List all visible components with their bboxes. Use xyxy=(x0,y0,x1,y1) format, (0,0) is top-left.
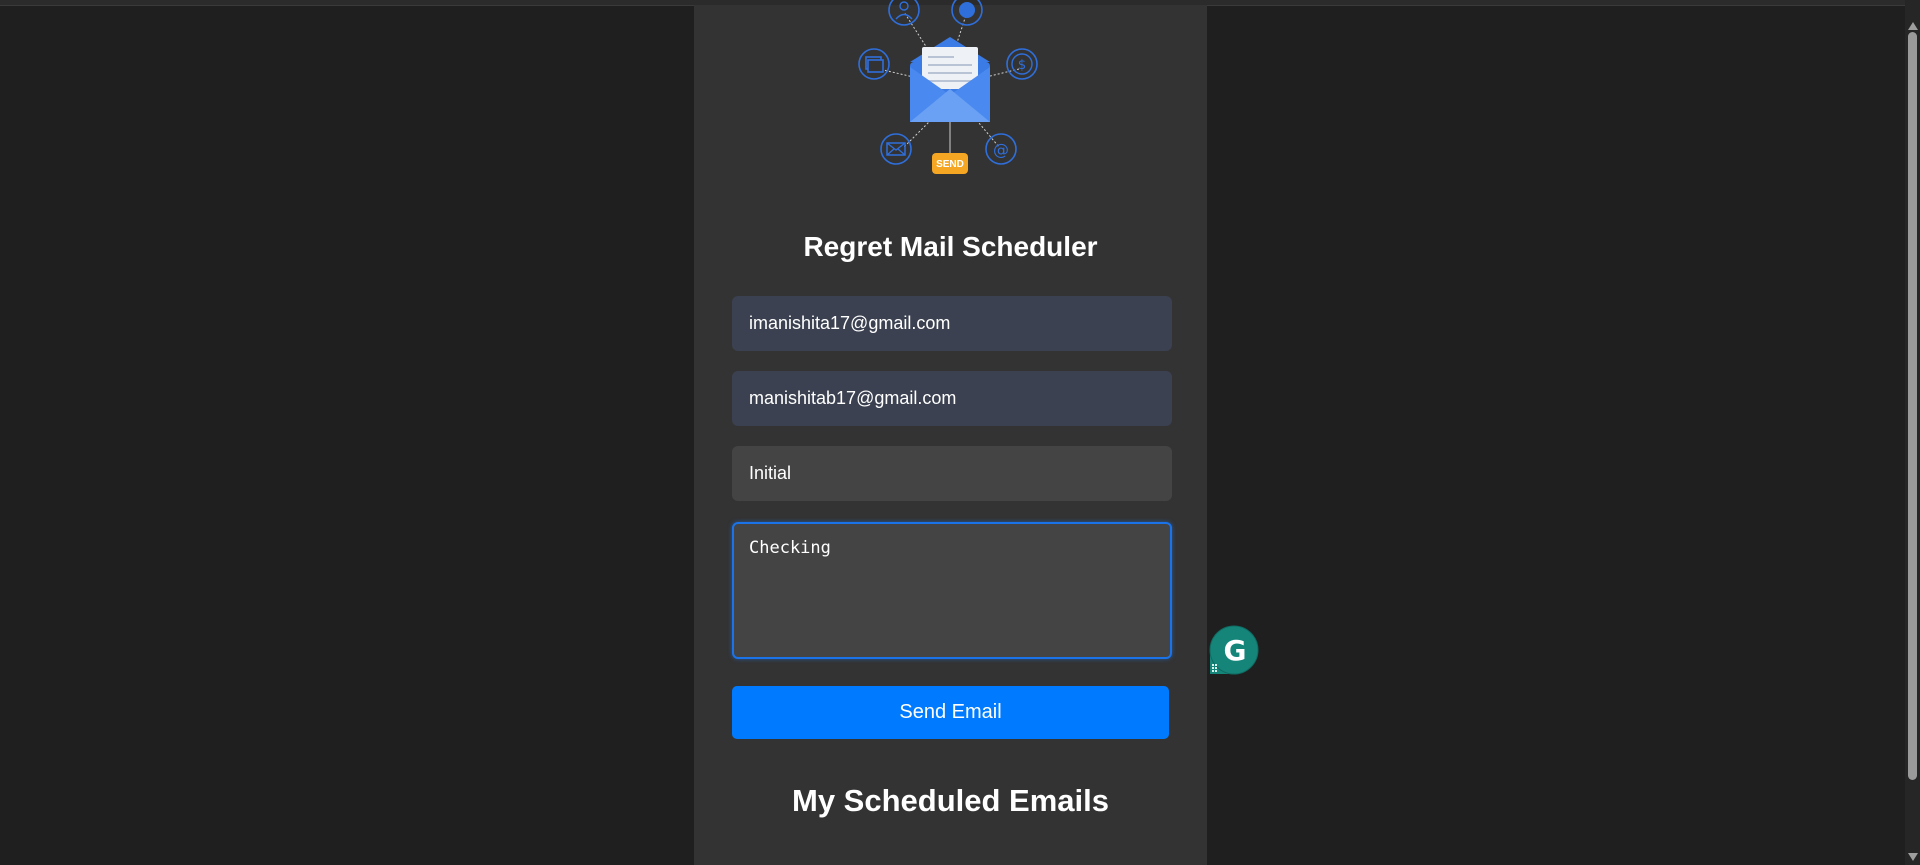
to-email-input[interactable] xyxy=(732,371,1172,426)
user-icon xyxy=(888,0,920,26)
svg-text:SEND: SEND xyxy=(936,159,964,170)
send-badge: SEND xyxy=(932,153,968,174)
scroll-down-arrow-icon[interactable] xyxy=(1908,853,1918,861)
grammarly-icon[interactable]: G xyxy=(1208,624,1260,676)
message-textarea[interactable]: Checking xyxy=(732,522,1172,659)
scroll-up-arrow-icon[interactable] xyxy=(1908,22,1918,30)
subject-input[interactable] xyxy=(732,446,1172,501)
svg-text:@: @ xyxy=(993,140,1009,159)
envelope-graphic xyxy=(910,37,990,122)
svg-text:G: G xyxy=(1224,634,1247,667)
at-icon: @ xyxy=(985,133,1017,165)
page-title: Regret Mail Scheduler xyxy=(803,231,1098,262)
page-scrollbar[interactable] xyxy=(1905,0,1920,865)
send-email-button[interactable]: Send Email xyxy=(732,686,1169,739)
svg-text:$: $ xyxy=(1018,58,1026,73)
dollar-icon: $ xyxy=(1006,48,1038,80)
scrollbar-thumb[interactable] xyxy=(1908,32,1917,780)
globe-icon xyxy=(951,0,983,26)
mail-icon xyxy=(880,133,912,165)
from-email-input[interactable] xyxy=(732,296,1172,351)
scheduled-emails-heading: My Scheduled Emails xyxy=(792,783,1109,818)
envelope-illustration: $ @ SEND xyxy=(858,0,1038,174)
scheduler-panel: $ @ SEND Regret Mail Scheduler imanishit… xyxy=(694,0,1207,865)
photo-icon xyxy=(858,48,890,80)
